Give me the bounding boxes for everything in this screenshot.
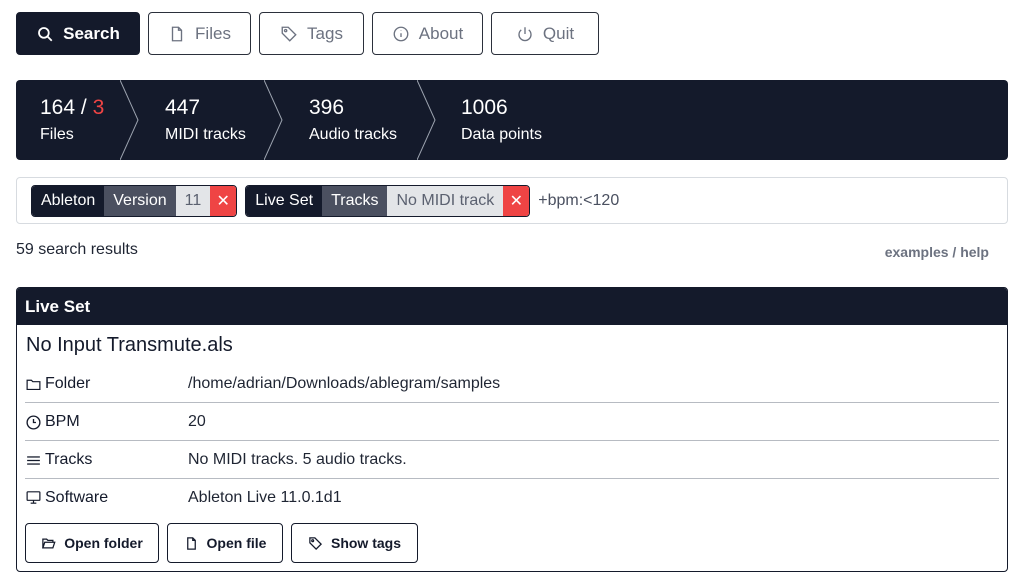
about-button[interactable]: About <box>372 12 483 55</box>
tag-icon <box>309 536 322 550</box>
search-query-text[interactable]: +bpm:<120 <box>538 192 619 210</box>
result-card: Live Set No Input Transmute.als Folder /… <box>16 287 1008 572</box>
folder-value: /home/adrian/Downloads/ablegram/samples <box>188 375 501 392</box>
files-label: Files <box>40 126 74 143</box>
open-file-button[interactable]: Open file <box>167 523 283 563</box>
audio-label: Audio tracks <box>309 126 398 143</box>
chevron-divider <box>264 80 283 160</box>
card-actions: Open folder Open file Show tags <box>25 523 418 563</box>
files-alert-count: 3 <box>92 96 105 119</box>
files-separator: / <box>75 96 93 119</box>
show-tags-label: Show tags <box>330 535 401 551</box>
data-count: 1006 <box>461 96 508 119</box>
open-folder-button[interactable]: Open folder <box>25 523 159 563</box>
quit-button[interactable]: Quit <box>491 12 599 55</box>
card-title: No Input Transmute.als <box>26 334 233 356</box>
files-button[interactable]: Files <box>148 12 251 55</box>
chevron-divider <box>417 80 436 160</box>
file-icon <box>186 536 196 550</box>
folder-row: Folder /home/adrian/Downloads/ablegram/s… <box>25 366 999 403</box>
tag-key: Version <box>104 185 176 216</box>
remove-tag-button[interactable]: ✕ <box>210 185 237 216</box>
search-button[interactable]: Search <box>16 12 140 55</box>
audio-count: 396 <box>309 96 345 119</box>
tags-button-label: Tags <box>307 23 343 43</box>
about-button-label: About <box>418 23 464 43</box>
midi-label: MIDI tracks <box>165 126 246 143</box>
remove-tag-button[interactable]: ✕ <box>503 185 530 216</box>
stats-bar: 164 / 3 Files 447 MIDI tracks 396 Audio … <box>16 80 1008 160</box>
search-icon <box>38 26 53 41</box>
tracks-row: Tracks No MIDI tracks. 5 audio tracks. <box>25 442 999 479</box>
software-label: Software <box>45 488 109 506</box>
card-header: Live Set <box>17 288 1007 325</box>
bpm-row: BPM 20 <box>25 404 999 441</box>
folder-label: Folder <box>45 375 91 392</box>
files-button-label: Files <box>195 23 231 43</box>
tracks-label: Tracks <box>45 451 93 468</box>
bpm-value: 20 <box>188 413 206 430</box>
search-button-label: Search <box>63 23 120 43</box>
software-value: Ableton Live 11.0.1d1 <box>188 488 342 506</box>
quit-button-label: Quit <box>542 23 575 43</box>
top-nav: Search Files Tags About Quit <box>16 12 599 55</box>
open-folder-label: Open folder <box>64 535 143 551</box>
tag-value: 11 <box>175 185 211 216</box>
filter-tag-tracks: Live Set Tracks No MIDI track ✕ <box>245 184 531 217</box>
tag-value: No MIDI track <box>387 185 504 216</box>
tag-category: Ableton <box>32 185 105 216</box>
tags-button[interactable]: Tags <box>259 12 364 55</box>
examples-help-link[interactable]: examples / help <box>885 244 989 260</box>
results-count: 59 search results <box>16 241 138 258</box>
bpm-label: BPM <box>45 413 80 430</box>
filter-tag-version: Ableton Version 11 ✕ <box>31 184 238 217</box>
power-icon <box>518 26 532 41</box>
show-tags-button[interactable]: Show tags <box>291 523 418 563</box>
clock-icon <box>26 414 41 430</box>
midi-count: 447 <box>165 96 201 119</box>
file-icon <box>171 26 183 41</box>
tag-category: Live Set <box>246 185 323 216</box>
info-icon <box>393 26 409 41</box>
tag-icon <box>281 26 297 42</box>
folder-icon <box>26 379 41 390</box>
data-label: Data points <box>461 126 542 143</box>
tracks-value: No MIDI tracks. 5 audio tracks. <box>188 451 407 468</box>
folder-open-icon <box>42 538 56 548</box>
open-file-label: Open file <box>206 535 267 551</box>
search-filter-bar[interactable]: Ableton Version 11 ✕ Live Set Tracks No … <box>16 177 1008 224</box>
software-row: Software Ableton Live 11.0.1d1 <box>25 479 999 516</box>
monitor-icon <box>26 491 41 504</box>
list-icon <box>27 455 40 465</box>
chevron-divider <box>120 80 139 160</box>
tag-key: Tracks <box>322 185 388 216</box>
files-count: 164 <box>40 96 76 119</box>
